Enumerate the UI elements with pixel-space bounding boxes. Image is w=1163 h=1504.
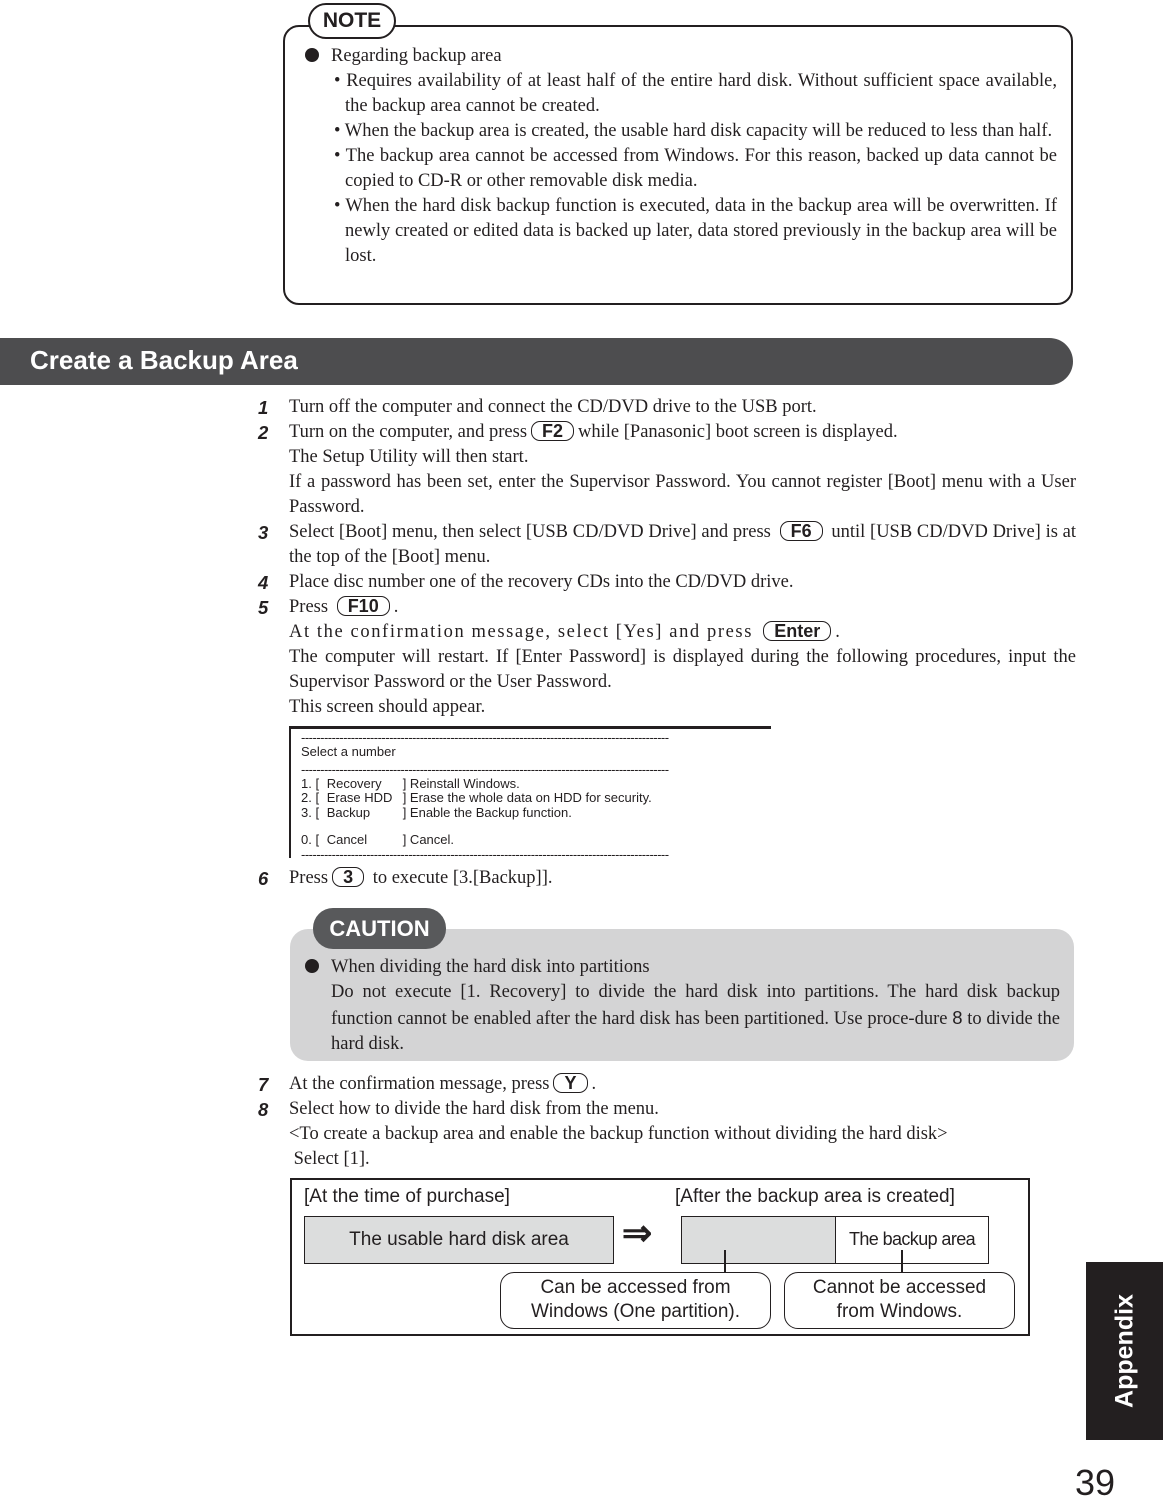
step-4: 4 Place disc number one of the recovery C… (258, 570, 1076, 595)
step-number: 8 (258, 1099, 269, 1120)
option-name: Cancel (326, 832, 368, 847)
option-desc: ] Erase the whole data on HDD for securi… (402, 790, 652, 805)
caution-heading-text: When dividing the hard disk into partiti… (331, 957, 650, 977)
option-name: Backup (326, 804, 371, 820)
step-text: Select [Boot] menu, then select [USB CD/… (289, 522, 771, 542)
option-number: 0. [ (301, 832, 320, 847)
caution-text: Do not execute [1. Recovery] to divide t… (305, 980, 1060, 1057)
key-y: Y (553, 1073, 588, 1093)
menu-option: 2. [ Erase HDD ] Erase the whole data on … (301, 790, 771, 806)
step-text: Turn on the computer, and press (289, 422, 528, 442)
key-f2: F2 (531, 421, 575, 441)
recovery-menu-screen: ----------------------------------------… (289, 726, 771, 861)
step-text: Select how to divide the hard disk from … (289, 1099, 659, 1119)
caution-label: CAUTION (313, 908, 446, 949)
note-item: • Requires availability of at least half… (334, 71, 1057, 116)
step-text: . (393, 597, 399, 617)
appendix-tab: Appendix (1086, 1262, 1163, 1440)
note-heading: Regarding backup area (305, 44, 1057, 69)
key-f6: F6 (779, 521, 823, 541)
step-text: to execute [3.[Backup]]. (372, 868, 553, 888)
step-reference: 8 (952, 1007, 963, 1028)
step-text: <To create a backup area and enable the … (289, 1124, 948, 1144)
key-enter: Enter (763, 621, 832, 641)
option-desc: ] Reinstall Windows. (402, 775, 520, 791)
callout-accessible: Can be accessed from Windows (One partit… (500, 1272, 771, 1329)
note-content: Regarding backup area • Requires availab… (305, 44, 1057, 269)
connector-line (724, 1250, 726, 1274)
arrow-icon: ⇒ (622, 1212, 653, 1253)
connector-line (901, 1250, 903, 1274)
step-number: 4 (258, 572, 269, 593)
step-text: . (591, 1074, 597, 1094)
menu-option: 1. [ Recovery ] Reinstall Windows. (301, 775, 771, 792)
step-number: 6 (258, 868, 269, 889)
steps-continued: 7 At the confirmation message, press Y. 8S… (258, 1072, 1076, 1172)
step-text: . (835, 622, 842, 642)
option-name: Recovery (326, 775, 382, 791)
steps: 1 Turn off the computer and connect the C… (258, 395, 1076, 891)
step-7: 7 At the confirmation message, press Y. (258, 1072, 1076, 1097)
screen-title: Select a number (301, 744, 396, 759)
step-text: Place disc number one of the recovery CD… (289, 572, 794, 592)
option-desc: ] Enable the Backup function. (402, 804, 572, 820)
note-heading-text: Regarding backup area (331, 46, 502, 66)
step-text: Select [1]. (289, 1149, 370, 1169)
key-3: 3 (332, 867, 365, 887)
after-label: [After the backup area is created] (675, 1186, 955, 1207)
step-text: The Setup Utility will then start. (289, 447, 529, 467)
bullet-icon (305, 48, 319, 62)
step-3: 3 Select [Boot] menu, then select [USB CD… (258, 520, 1076, 570)
step-number: 1 (258, 397, 269, 418)
caution-content: When dividing the hard disk into partiti… (305, 955, 1060, 1057)
usable-area-bar: The usable hard disk area (304, 1216, 614, 1264)
windows-partition-bar (681, 1216, 836, 1264)
step-1: 1 Turn off the computer and connect the C… (258, 395, 1076, 420)
step-line: At the confirmation message, select [Yes… (289, 620, 1076, 645)
step-number: 2 (258, 422, 269, 443)
step-text: The computer will restart. If [Enter Pas… (289, 647, 1076, 692)
backup-area-bar: The backup area (835, 1216, 989, 1264)
option-name: Erase HDD (326, 790, 393, 805)
appendix-tab-label: Appendix (1110, 1294, 1138, 1408)
step-text: At the confirmation message, select [Yes… (289, 622, 754, 642)
step-5: 5 Press F10. At the confirmation message,… (258, 595, 1076, 861)
step-text: This screen should appear. (289, 697, 486, 717)
note-item: • When the backup area is created, the u… (334, 121, 1053, 141)
note-item: • The backup area cannot be accessed fro… (334, 146, 1057, 191)
menu-option: 0. [ Cancel ] Cancel. (301, 832, 771, 848)
divider: ----------------------------------------… (301, 847, 669, 862)
step-text: At the confirmation message, press (289, 1074, 550, 1094)
step-text: Press (289, 868, 329, 888)
divider: ----------------------------------------… (301, 762, 669, 777)
before-label: [At the time of purchase] (304, 1186, 510, 1207)
step-6: 6 Press 3 to execute [3.[Backup]]. (258, 866, 1076, 891)
step-number: 7 (258, 1074, 269, 1095)
step-text: Press (289, 597, 329, 617)
menu-option: 3. [ Backup ] Enable the Backup function. (301, 804, 771, 821)
step-text: If a password has been set, enter the Su… (289, 472, 1076, 517)
option-number: 1. [ (301, 775, 320, 791)
caution-text-a: Do not execute [1. Recovery] to divide t… (331, 982, 1060, 1029)
note-item: • When the hard disk backup function is … (334, 196, 1057, 266)
key-f10: F10 (336, 596, 390, 616)
option-desc: ] Cancel. (402, 832, 455, 847)
backup-diagram: [At the time of purchase] [After the bac… (290, 1178, 1030, 1336)
option-number: 3. [ (301, 804, 320, 820)
step-text: while [Panasonic] boot screen is display… (578, 422, 898, 442)
callout-inaccessible: Cannot be accessed from Windows. (784, 1272, 1015, 1329)
caution-heading: When dividing the hard disk into partiti… (305, 955, 1060, 980)
step-number: 3 (258, 522, 269, 543)
bullet-icon (305, 959, 319, 973)
divider: ----------------------------------------… (301, 731, 669, 745)
step-number: 5 (258, 597, 269, 618)
step-8: 8 Select how to divide the hard disk from… (258, 1097, 1076, 1172)
step-2: 2 Turn on the computer, and press F2 while … (258, 420, 1076, 520)
option-number: 2. [ (301, 790, 320, 805)
step-text: Turn off the computer and connect the CD… (289, 397, 817, 417)
section-title: Create a Backup Area (0, 338, 1073, 385)
note-label: NOTE (308, 3, 396, 39)
